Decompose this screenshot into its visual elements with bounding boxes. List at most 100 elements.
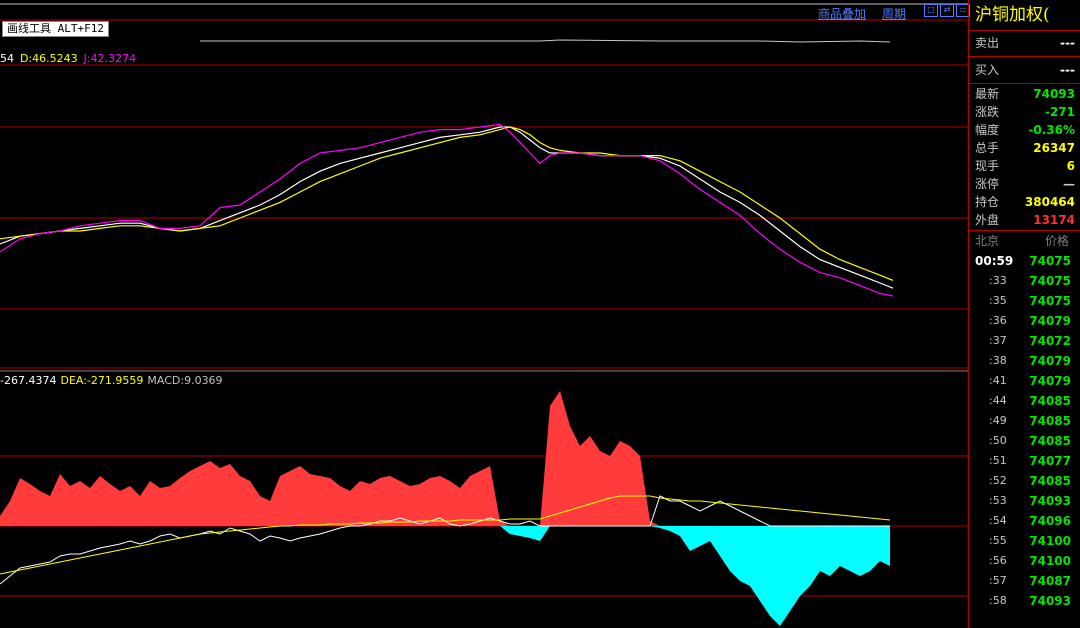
swap-icon[interactable]: ⇄ [940, 4, 954, 17]
quote-value: 6 [1066, 159, 1075, 173]
tick-time: :51 [989, 454, 1007, 467]
quote-value: 13174 [1033, 213, 1075, 227]
tick-time: :38 [989, 354, 1007, 367]
tick-row: :50 74085 [969, 431, 1080, 451]
tick-time: :50 [989, 434, 1007, 447]
tick-price: 74077 [1029, 454, 1071, 468]
divider [969, 30, 1080, 31]
quote-row: 外盘 13174 [969, 211, 1080, 229]
kdj-header: 54 D:46.5243 J:42.3274 [0, 52, 142, 65]
tick-time: :49 [989, 414, 1007, 427]
macd-positive-bars [0, 391, 890, 526]
instrument-title: 沪铜加权( [975, 5, 1050, 25]
tick-time: :58 [989, 594, 1007, 607]
chart-area: 画线工具 ALT+F12 商品叠加 周期 □ ⇄ ▭ 54 D:46.5243 J:… [0, 0, 970, 628]
tick-price: 74079 [1029, 314, 1071, 328]
period-button[interactable]: 周期 [882, 5, 906, 22]
quote-row: 最新 74093 [969, 85, 1080, 103]
tick-row: :55 74100 [969, 531, 1080, 551]
ticks-header: 北京 价格 [969, 231, 1080, 251]
quote-value: --- [1060, 36, 1075, 50]
tick-price: 74085 [1029, 474, 1071, 488]
quote-value: -0.36% [1028, 123, 1075, 137]
quote-value: 74093 [1033, 87, 1075, 101]
kdj-k-value: 54 [0, 52, 14, 65]
quote-label: 卖出 [975, 36, 1000, 50]
tick-row: :54 74096 [969, 511, 1080, 531]
quote-row: 涨停 — [969, 175, 1080, 193]
quote-label: 总手 [975, 141, 1000, 155]
quote-label: 持仓 [975, 195, 1000, 209]
quote-value: 26347 [1033, 141, 1075, 155]
tick-row: :37 74072 [969, 331, 1080, 351]
restore-icon[interactable]: □ [924, 4, 938, 17]
quote-value: --- [1060, 63, 1075, 77]
overlay-button[interactable]: 商品叠加 [818, 5, 866, 22]
tick-row: :53 74093 [969, 491, 1080, 511]
tick-time: :52 [989, 474, 1007, 487]
tick-row: :57 74087 [969, 571, 1080, 591]
macd-hist-value: MACD:9.0369 [147, 374, 223, 387]
tick-time: :37 [989, 334, 1007, 347]
ticks-city: 北京 [975, 234, 1000, 248]
quote-row-bid: 买入 --- [969, 59, 1080, 81]
tick-row: :56 74100 [969, 551, 1080, 571]
tick-price: 74079 [1029, 374, 1071, 388]
quote-label: 外盘 [975, 213, 1000, 227]
draw-tool-button[interactable]: 画线工具 ALT+F12 [2, 21, 109, 37]
tick-row: :35 74075 [969, 291, 1080, 311]
quote-label: 涨跌 [975, 105, 1000, 119]
quote-row: 持仓 380464 [969, 193, 1080, 211]
quote-label: 幅度 [975, 123, 1000, 137]
tick-time: :41 [989, 374, 1007, 387]
tick-price: 74093 [1029, 494, 1071, 508]
tick-price: 74087 [1029, 574, 1071, 588]
quote-row-ask: 卖出 --- [969, 32, 1080, 54]
quote-row: 现手 6 [969, 157, 1080, 175]
quote-value: 380464 [1024, 195, 1075, 209]
tick-price: 74075 [1029, 294, 1071, 308]
ticks-price-header: 价格 [1044, 234, 1069, 248]
macd-dea-value: DEA:-271.9559 [60, 374, 144, 387]
tick-time: :53 [989, 494, 1007, 507]
tick-price: 74075 [1029, 254, 1071, 268]
quote-label: 买入 [975, 63, 1000, 77]
divider [969, 83, 1080, 84]
tick-price: 74085 [1029, 414, 1071, 428]
quote-row: 涨跌 -271 [969, 103, 1080, 121]
tick-row: :58 74093 [969, 591, 1080, 611]
tick-row: :44 74085 [969, 391, 1080, 411]
tick-time: :54 [989, 514, 1007, 527]
tick-price: 74085 [1029, 394, 1071, 408]
overlay-strip-line [200, 39, 891, 43]
tick-time: :56 [989, 554, 1007, 567]
kdj-d-value: D:46.5243 [20, 52, 78, 65]
tick-time: 00:59 [975, 254, 1014, 268]
quote-label: 最新 [975, 87, 1000, 101]
tick-price: 74075 [1029, 274, 1071, 288]
macd-negative-bars [0, 526, 890, 626]
macd-dif-value: -267.4374 [0, 374, 57, 387]
quote-row: 幅度 -0.36% [969, 121, 1080, 139]
tick-price: 74096 [1029, 514, 1071, 528]
tick-row: :36 74079 [969, 311, 1080, 331]
tick-row: :33 74075 [969, 271, 1080, 291]
tick-row: :49 74085 [969, 411, 1080, 431]
kdj-d-line [0, 126, 894, 281]
quote-label: 现手 [975, 159, 1000, 173]
quote-value: — [1063, 177, 1075, 191]
quote-value: -271 [1044, 105, 1075, 119]
tick-row: :52 74085 [969, 471, 1080, 491]
tick-row: :38 74079 [969, 351, 1080, 371]
macd-header: -267.4374 DEA:-271.9559 MACD:9.0369 [0, 374, 229, 387]
tick-time: :57 [989, 574, 1007, 587]
window-controls: □ ⇄ ▭ [924, 4, 970, 17]
tick-time: :55 [989, 534, 1007, 547]
kdj-j-line [0, 123, 894, 297]
tick-price: 74072 [1029, 334, 1071, 348]
tick-price: 74100 [1029, 554, 1071, 568]
kdj-j-value: J:42.3274 [83, 52, 137, 65]
chart-canvas [0, 3, 968, 626]
tick-price: 74100 [1029, 534, 1071, 548]
tick-row: :51 74077 [969, 451, 1080, 471]
